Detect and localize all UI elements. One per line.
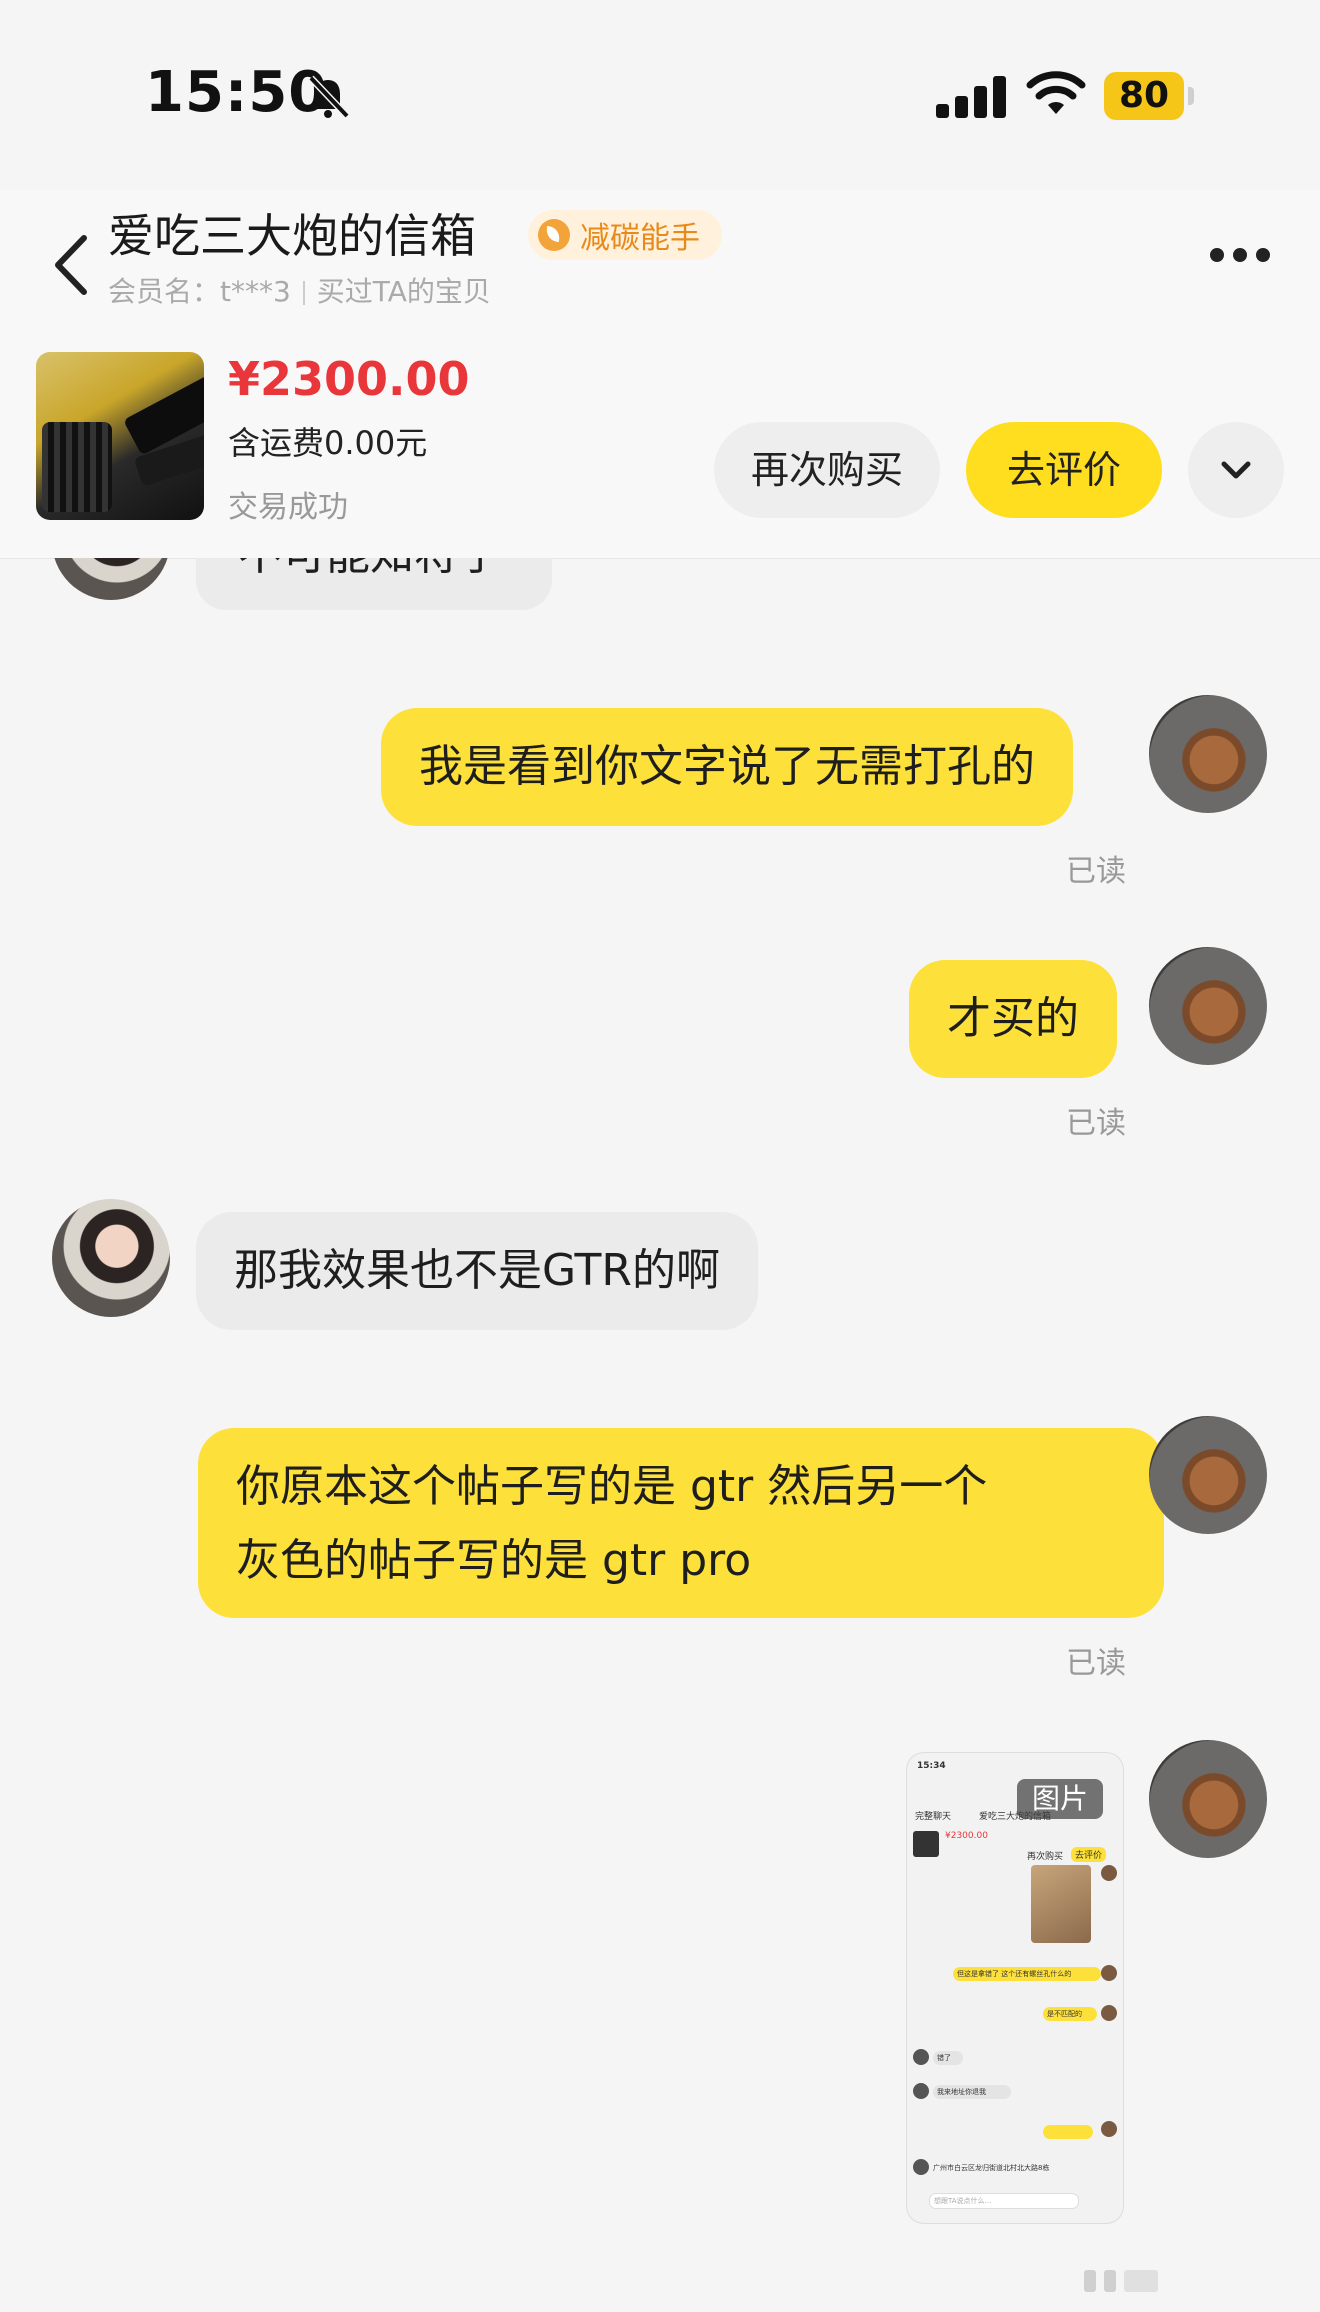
shipping-fee: 含运费0.00元 xyxy=(228,424,428,462)
more-icon[interactable] xyxy=(1210,248,1270,264)
image-label: 图片 xyxy=(1017,1779,1103,1819)
chevron-down-icon xyxy=(1221,461,1251,479)
bottom-indicator xyxy=(1084,2262,1164,2292)
status-bar: 15:50 80 xyxy=(0,0,1320,190)
member-name: 会员名：t***3 xyxy=(108,275,291,308)
carbon-badge[interactable]: 减碳能手 xyxy=(528,210,722,260)
my-avatar[interactable] xyxy=(1149,1740,1267,1858)
message-bubble-mine[interactable]: 你原本这个帖子写的是 gtr 然后另一个 灰色的帖子写的是 gtr pro xyxy=(198,1428,1164,1618)
read-receipt: 已读 xyxy=(1066,1106,1126,1141)
shop-name[interactable]: 爱吃三大炮的信箱 xyxy=(108,200,476,266)
cellular-signal-icon xyxy=(936,74,1006,118)
member-meta: 会员名：t***3 买过TA的宝贝 xyxy=(108,270,491,310)
bell-off-icon xyxy=(308,75,350,119)
battery-icon: 80 xyxy=(1104,72,1194,120)
wifi-icon xyxy=(1026,71,1086,114)
image-message[interactable]: 15:34 完整聊天 爱吃三大炮的信箱 ¥2300.00 再次购买 去评价 但这… xyxy=(906,1752,1124,2224)
leaf-icon xyxy=(538,219,570,251)
bought-link[interactable]: 买过TA的宝贝 xyxy=(317,275,491,308)
read-receipt: 已读 xyxy=(1066,854,1126,889)
trade-status: 交易成功 xyxy=(228,490,348,525)
my-avatar[interactable] xyxy=(1149,947,1267,1065)
read-receipt: 已读 xyxy=(1066,1646,1126,1681)
seller-avatar[interactable] xyxy=(52,1199,170,1317)
rebuy-button[interactable]: 再次购买 xyxy=(714,422,940,518)
message-bubble-mine[interactable]: 我是看到你文字说了无需打孔的 xyxy=(381,708,1073,826)
order-price: ¥2300.00 xyxy=(228,352,470,406)
back-icon[interactable] xyxy=(48,230,96,300)
message-bubble-mine[interactable]: 才买的 xyxy=(909,960,1117,1078)
badge-label: 减碳能手 xyxy=(580,221,700,256)
chat-header: 爱吃三大炮的信箱 减碳能手 会员名：t***3 买过TA的宝贝 ¥2300.00 … xyxy=(0,190,1320,559)
battery-level: 80 xyxy=(1104,72,1184,120)
seller-avatar[interactable] xyxy=(52,558,170,600)
my-avatar[interactable] xyxy=(1149,1416,1267,1534)
message-bubble-partial[interactable]: 不可能知将子 xyxy=(196,558,552,610)
my-avatar[interactable] xyxy=(1149,695,1267,813)
status-time: 15:50 xyxy=(145,60,329,125)
expand-button[interactable] xyxy=(1188,422,1284,518)
product-thumbnail[interactable] xyxy=(36,352,204,520)
message-bubble-theirs[interactable]: 那我效果也不是GTR的啊 xyxy=(196,1212,758,1330)
review-button[interactable]: 去评价 xyxy=(966,422,1162,518)
